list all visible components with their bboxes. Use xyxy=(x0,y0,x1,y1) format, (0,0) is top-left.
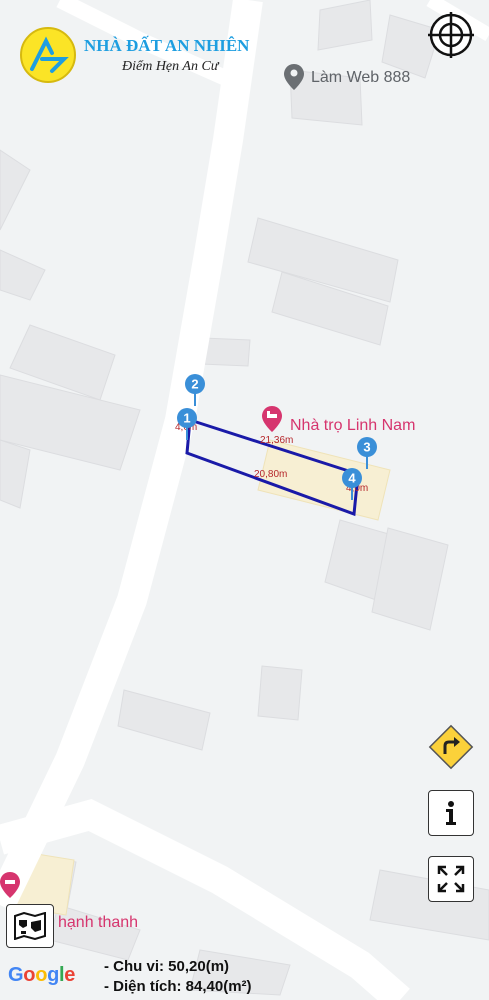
fullscreen-icon xyxy=(437,865,465,893)
directions-turn-right-icon xyxy=(428,724,474,770)
fullscreen-button[interactable] xyxy=(428,856,474,902)
poi-label-lam-web[interactable]: Làm Web 888 xyxy=(311,69,410,87)
info-icon xyxy=(446,801,456,825)
area-text: - Diện tích: 84,40(m²) xyxy=(104,978,252,995)
dimension-bottom-label: 20,80m xyxy=(254,469,287,480)
dimension-top-label: 21,36m xyxy=(260,435,293,446)
locate-button[interactable] xyxy=(426,10,476,60)
map-layers-icon xyxy=(14,912,46,940)
brand-logo-icon xyxy=(20,27,76,83)
info-button[interactable] xyxy=(428,790,474,836)
plot-marker-label: 1 xyxy=(183,411,190,426)
brand-slogan: Điểm Hẹn An Cư xyxy=(122,59,219,74)
poi-label-nha-tro[interactable]: Nhà trọ Linh Nam xyxy=(290,417,415,435)
map-type-button[interactable] xyxy=(6,904,54,948)
crosshair-icon xyxy=(428,12,474,58)
plot-marker-label: 3 xyxy=(363,440,370,455)
poi-label-hanh-thanh[interactable]: hạnh thanh xyxy=(58,914,138,932)
google-attribution: Google xyxy=(8,964,76,986)
plot-marker-label: 2 xyxy=(191,377,198,392)
perimeter-text: - Chu vi: 50,20(m) xyxy=(104,958,230,975)
brand-logo[interactable]: NHÀ ĐẤT AN NHIÊN Điểm Hẹn An Cư xyxy=(20,27,280,87)
brand-title: NHÀ ĐẤT AN NHIÊN xyxy=(84,36,250,55)
map-canvas[interactable]: 21,36m 20,80m 4,0m 4,0m 1234 xyxy=(0,0,489,1000)
plot-marker-label: 4 xyxy=(348,471,356,486)
directions-button[interactable] xyxy=(426,722,476,772)
